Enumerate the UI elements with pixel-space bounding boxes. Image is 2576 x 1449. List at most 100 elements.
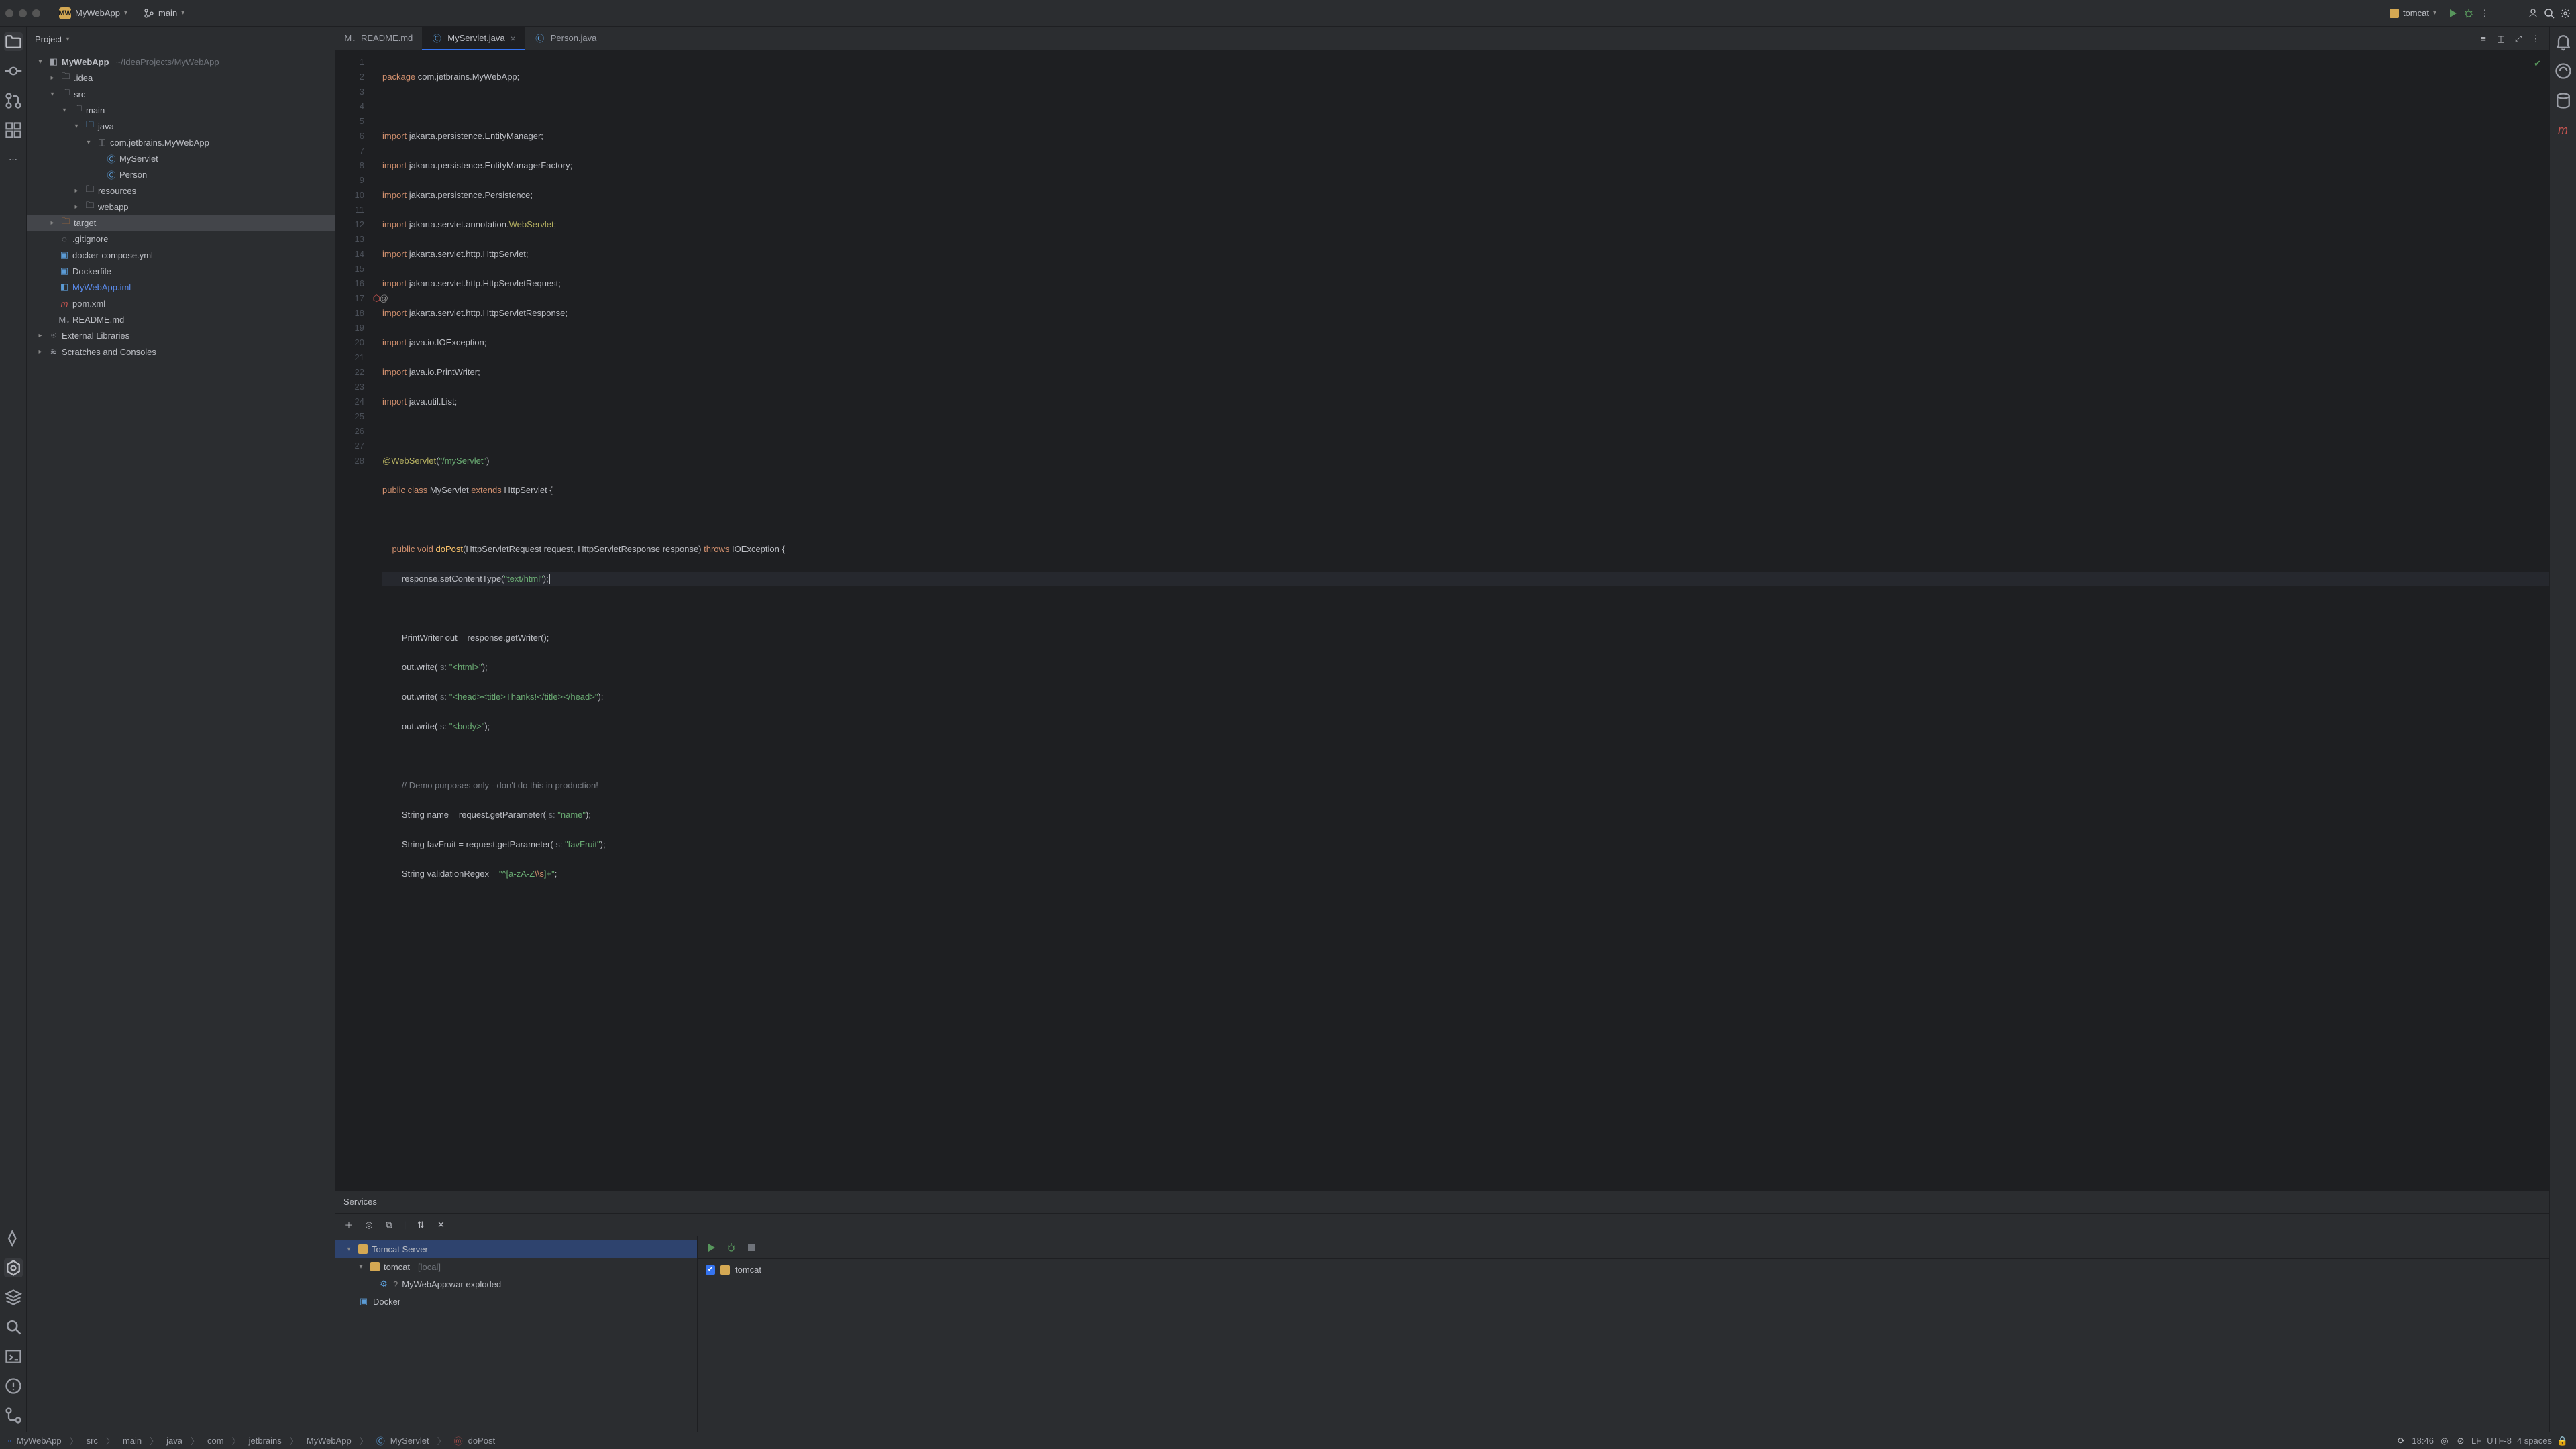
tree-node-resources[interactable]: ▸ 🗀 resources <box>27 182 335 199</box>
pull-requests-tool-button[interactable] <box>4 91 23 110</box>
tree-node-person[interactable]: Ⓒ Person <box>27 166 335 182</box>
chevron-down-icon: ▾ <box>181 9 184 17</box>
traffic-min[interactable] <box>19 9 27 17</box>
tab-myservlet[interactable]: Ⓒ MyServlet.java × <box>422 27 525 50</box>
database-tool-button[interactable] <box>2554 91 2573 110</box>
editor-content[interactable]: package com.jetbrains.MyWebApp; import j… <box>374 51 2549 1190</box>
service-tomcat-instance[interactable]: ▾ tomcat [local] <box>335 1258 697 1275</box>
tree-node-dockerfile[interactable]: ▣ Dockerfile <box>27 263 335 279</box>
build-tool-button[interactable] <box>4 1229 23 1248</box>
project-panel-header[interactable]: Project ▾ <box>27 27 335 51</box>
breadcrumb-item[interactable]: src <box>87 1436 98 1446</box>
tree-root[interactable]: ▾ ◧ MyWebApp ~/IdeaProjects/MyWebApp <box>27 54 335 70</box>
status-encoding[interactable]: UTF-8 <box>2487 1436 2512 1446</box>
run-config-selector[interactable]: tomcat ▾ <box>2384 5 2442 21</box>
status-position[interactable]: 18:46 <box>2412 1436 2434 1446</box>
breadcrumb-item[interactable]: java <box>166 1436 182 1446</box>
tree-node-iml[interactable]: ◧ MyWebApp.iml <box>27 279 335 295</box>
tree-node-readme[interactable]: M↓ README.md <box>27 311 335 327</box>
editor-gutter[interactable]: 1234567891011121314151617⬡@1819202122232… <box>335 51 374 1190</box>
tab-readme[interactable]: M↓ README.md <box>335 27 422 50</box>
breadcrumb-item[interactable]: main <box>123 1436 142 1446</box>
module-file-icon: ◧ <box>59 282 70 292</box>
tree-node-ext-lib[interactable]: ▸ ⌾ External Libraries <box>27 327 335 343</box>
maven-tool-button[interactable]: m <box>2554 121 2573 140</box>
tree-node-java[interactable]: ▾ 🗀 java <box>27 118 335 134</box>
more-tools-button[interactable]: ⋯ <box>4 150 23 169</box>
project-tool-button[interactable] <box>4 32 23 51</box>
service-stop-button[interactable] <box>746 1242 757 1253</box>
tomcat-icon <box>720 1265 730 1275</box>
run-button[interactable] <box>2447 8 2458 19</box>
services-panel-header[interactable]: Services <box>335 1191 2549 1214</box>
notifications-tool-button[interactable] <box>2554 32 2573 51</box>
tree-node-gitignore[interactable]: ◌ .gitignore <box>27 231 335 247</box>
status-power-save-button[interactable]: ⊘ <box>2455 1436 2466 1446</box>
service-artifact[interactable]: ⚙ ? MyWebApp:war exploded <box>335 1275 697 1293</box>
tree-node-webapp[interactable]: ▸ 🗀 webapp <box>27 199 335 215</box>
tree-label: MyServlet <box>119 154 158 164</box>
find-tool-button[interactable] <box>4 1318 23 1336</box>
breadcrumb-item[interactable]: jetbrains <box>249 1436 282 1446</box>
tree-node-main[interactable]: ▾ 🗀 main <box>27 102 335 118</box>
status-readonly-button[interactable]: 🔒 <box>2557 1436 2568 1446</box>
debug-button[interactable] <box>2463 8 2474 19</box>
reader-mode-button[interactable]: ⤢ <box>2513 34 2524 44</box>
traffic-max[interactable] <box>32 9 40 17</box>
ai-assistant-tool-button[interactable] <box>2554 62 2573 80</box>
inspections-ok-icon[interactable]: ✔ <box>2534 58 2541 68</box>
breadcrumb-item[interactable]: MyWebApp <box>17 1436 62 1446</box>
commit-tool-button[interactable] <box>4 62 23 80</box>
breadcrumb-item[interactable]: doPost <box>468 1436 495 1446</box>
service-debug-button[interactable] <box>726 1242 737 1253</box>
collapse-all-button[interactable]: ✕ <box>435 1220 446 1230</box>
open-new-tab-button[interactable]: ⧉ <box>384 1220 394 1230</box>
vcs-tool-button[interactable] <box>4 1406 23 1425</box>
code-with-me-button[interactable] <box>2528 8 2538 19</box>
service-run-button[interactable] <box>706 1242 716 1253</box>
show-hidden-button[interactable]: ◎ <box>364 1220 374 1230</box>
split-right-button[interactable]: ◫ <box>2496 34 2506 44</box>
services-tool-button[interactable] <box>4 1258 23 1277</box>
status-indent[interactable]: 4 spaces <box>2517 1436 2552 1446</box>
tree-node-docker-compose[interactable]: ▣ docker-compose.yml <box>27 247 335 263</box>
tree-node-idea[interactable]: ▸ 🗀 .idea <box>27 70 335 86</box>
tree-node-target[interactable]: ▸ 🗀 target <box>27 215 335 231</box>
status-progress-icon[interactable]: ⟳ <box>2396 1436 2406 1446</box>
tab-person[interactable]: Ⓒ Person.java <box>525 27 606 50</box>
run-config-name: tomcat <box>2403 8 2429 18</box>
tree-node-myservlet[interactable]: Ⓒ MyServlet <box>27 150 335 166</box>
service-tomcat-server[interactable]: ▾ Tomcat Server <box>335 1240 697 1258</box>
breadcrumb-item[interactable]: MyWebApp <box>307 1436 352 1446</box>
expand-all-button[interactable]: ⇅ <box>415 1220 426 1230</box>
status-highlight-button[interactable]: ◎ <box>2439 1436 2450 1446</box>
branch-selector[interactable]: main ▾ <box>138 5 190 21</box>
terminal-tool-button[interactable] <box>4 1347 23 1366</box>
project-selector[interactable]: MW MyWebApp ▾ <box>54 5 133 22</box>
chevron-down-icon: ▾ <box>66 36 69 43</box>
status-line-sep[interactable]: LF <box>2471 1436 2481 1446</box>
tree-node-package[interactable]: ▾ ◫ com.jetbrains.MyWebApp <box>27 134 335 150</box>
services-title: Services <box>343 1197 377 1207</box>
module-icon: ◧ <box>48 56 59 67</box>
settings-button[interactable] <box>2560 8 2571 19</box>
editor-list-button[interactable]: ≡ <box>2478 34 2489 44</box>
tree-label: .gitignore <box>72 234 108 244</box>
add-service-button[interactable]: ＋ <box>343 1220 354 1230</box>
problems-tool-button[interactable] <box>4 1377 23 1395</box>
service-label: tomcat <box>384 1262 410 1272</box>
breadcrumb-item[interactable]: MyServlet <box>390 1436 429 1446</box>
search-button[interactable] <box>2544 8 2555 19</box>
structure-tool-button[interactable] <box>4 121 23 140</box>
service-instance-row[interactable]: ✔ tomcat <box>706 1265 2541 1275</box>
more-actions-button[interactable]: ⋮ <box>2479 8 2490 19</box>
tree-node-src[interactable]: ▾ 🗀 src <box>27 86 335 102</box>
tree-node-pom[interactable]: m pom.xml <box>27 295 335 311</box>
service-docker[interactable]: ▸ ▣ Docker <box>335 1293 697 1310</box>
traffic-close[interactable] <box>5 9 13 17</box>
close-tab-button[interactable]: × <box>511 33 516 44</box>
breadcrumb-item[interactable]: com <box>207 1436 224 1446</box>
editor-more-button[interactable]: ⋮ <box>2530 34 2541 44</box>
layers-tool-button[interactable] <box>4 1288 23 1307</box>
tree-node-scratches[interactable]: ▸ ≋ Scratches and Consoles <box>27 343 335 360</box>
